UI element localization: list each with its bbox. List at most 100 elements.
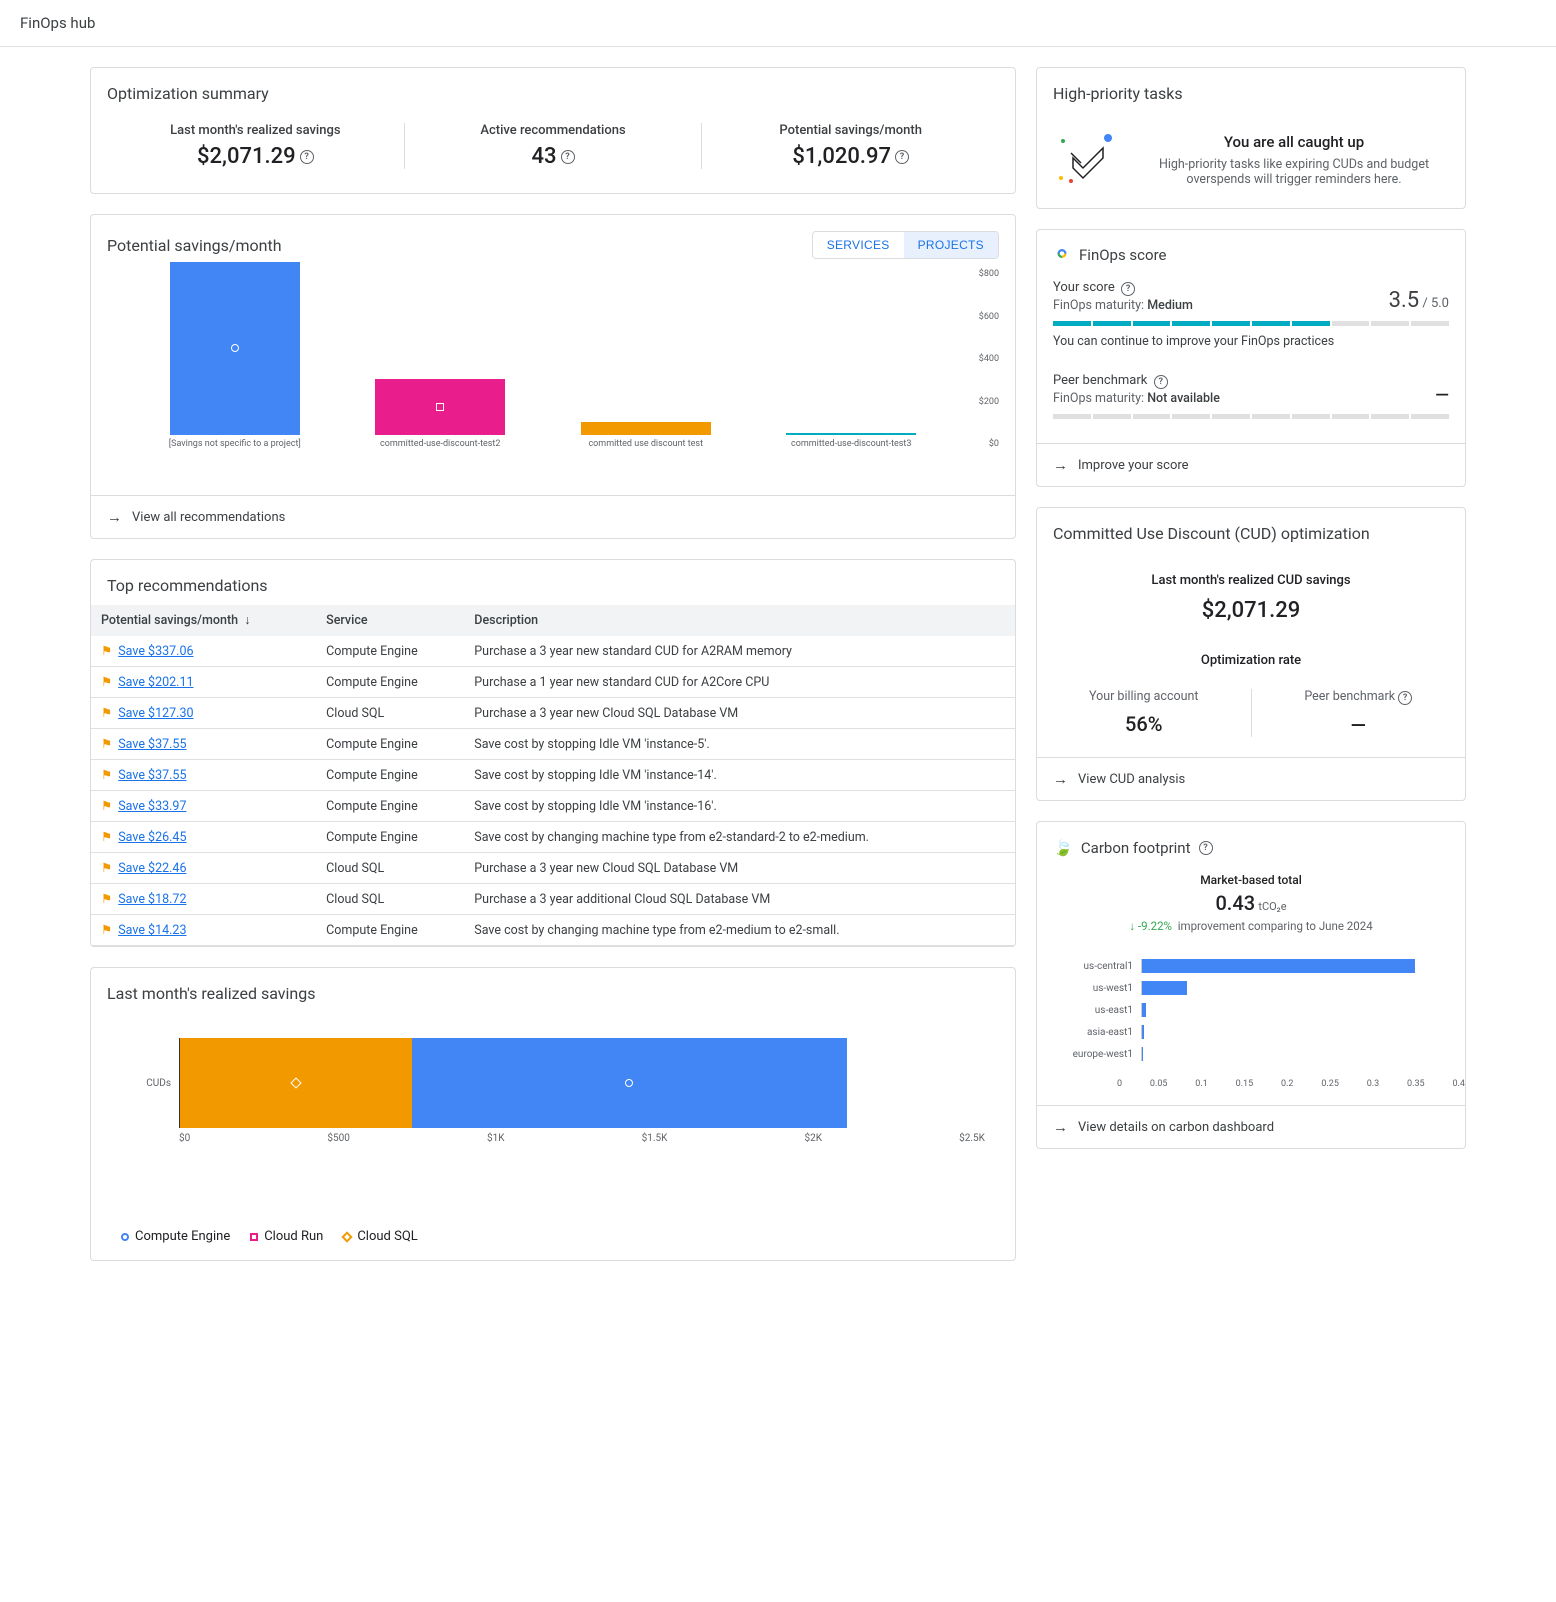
- summary-label: Last month's realized savings: [117, 123, 394, 138]
- carbon-title: Carbon footprint: [1081, 839, 1191, 857]
- finops-score-value: 3.5: [1389, 288, 1420, 313]
- arrow-icon: [1053, 770, 1068, 788]
- help-icon[interactable]: [1398, 691, 1412, 705]
- service-cell: Compute Engine: [316, 667, 464, 698]
- bar-group[interactable]: committed-use-discount-test3: [764, 433, 940, 449]
- description-cell: Purchase a 3 year additional Cloud SQL D…: [464, 884, 1015, 915]
- table-row: ⚑ Save $337.06 Compute Engine Purchase a …: [91, 636, 1015, 667]
- your-score-label: Your score: [1053, 280, 1115, 295]
- help-icon[interactable]: [561, 150, 575, 164]
- savings-link[interactable]: Save $37.55: [118, 737, 186, 752]
- improve-score-label: Improve your score: [1078, 458, 1189, 473]
- help-icon[interactable]: [895, 150, 909, 164]
- bar-group[interactable]: committed use discount test: [558, 422, 734, 450]
- top-recommendations-title: Top recommendations: [91, 560, 1015, 605]
- summary-value: 43: [532, 144, 575, 169]
- carbon-bar-row[interactable]: us-central1: [1061, 955, 1441, 977]
- potential-savings-chart: $800$600$400$200$0 [Savings not specific…: [107, 269, 999, 479]
- legend-cloud-run: Cloud Run: [250, 1229, 323, 1244]
- view-toggle-group: SERVICES PROJECTS: [812, 231, 999, 259]
- col-service[interactable]: Service: [316, 605, 464, 636]
- carbon-bar-row[interactable]: us-west1: [1061, 977, 1441, 999]
- savings-link[interactable]: Save $37.55: [118, 768, 186, 783]
- col-description[interactable]: Description: [464, 605, 1015, 636]
- cuds-bar-label: CUDs: [141, 1078, 171, 1089]
- flag-icon: ⚑: [101, 923, 112, 938]
- description-cell: Save cost by stopping Idle VM 'instance-…: [464, 791, 1015, 822]
- stacked-segment[interactable]: [180, 1038, 412, 1128]
- high-priority-tasks-card: High-priority tasks You are all caught u…: [1036, 67, 1466, 209]
- service-cell: Compute Engine: [316, 760, 464, 791]
- services-toggle[interactable]: SERVICES: [813, 232, 904, 258]
- flag-icon: ⚑: [101, 644, 112, 659]
- maturity-peer: FinOps maturity: Not available: [1053, 391, 1220, 406]
- table-row: ⚑Save $127.30 Cloud SQL Purchase a 3 yea…: [91, 698, 1015, 729]
- view-cud-analysis-label: View CUD analysis: [1078, 772, 1185, 787]
- flag-icon: ⚑: [101, 675, 112, 690]
- savings-link[interactable]: Save $18.72: [118, 892, 186, 907]
- optimization-summary-card: Optimization summary Last month's realiz…: [90, 67, 1016, 194]
- caught-up-headline: You are all caught up: [1139, 133, 1449, 151]
- summary-label: Potential savings/month: [712, 123, 989, 138]
- arrow-icon: [1053, 1118, 1068, 1136]
- col-savings[interactable]: Potential savings/month ↓: [91, 605, 316, 636]
- cud-title: Committed Use Discount (CUD) optimizatio…: [1037, 508, 1465, 553]
- maturity-your: FinOps maturity: Medium: [1053, 298, 1193, 313]
- carbon-bar-row[interactable]: europe-west1: [1061, 1043, 1441, 1065]
- bar-group[interactable]: committed-use-discount-test2: [353, 379, 529, 449]
- peer-score-value: —: [1435, 385, 1449, 406]
- carbon-bar-row[interactable]: asia-east1: [1061, 1021, 1441, 1043]
- flag-icon: ⚑: [101, 799, 112, 814]
- help-icon[interactable]: [300, 150, 314, 164]
- carbon-footprint-card: 🍃 Carbon footprint Market-based total 0.…: [1036, 821, 1466, 1149]
- carbon-bar-row[interactable]: us-east1: [1061, 999, 1441, 1021]
- improve-score-link[interactable]: Improve your score: [1037, 443, 1465, 486]
- help-icon[interactable]: [1199, 841, 1213, 855]
- peer-benchmark-label: Peer benchmark: [1053, 373, 1147, 388]
- arrow-icon: [1053, 456, 1068, 474]
- carbon-total-label: Market-based total: [1053, 873, 1449, 887]
- savings-link[interactable]: Save $14.23: [118, 923, 186, 938]
- arrow-icon: [107, 508, 122, 526]
- service-cell: Compute Engine: [316, 822, 464, 853]
- potential-savings-title: Potential savings/month: [107, 236, 282, 255]
- flag-icon: ⚑: [101, 768, 112, 783]
- table-row: ⚑Save $22.46 Cloud SQL Purchase a 3 year…: [91, 853, 1015, 884]
- savings-link[interactable]: Save $26.45: [118, 830, 186, 845]
- cud-realized-label: Last month's realized CUD savings: [1037, 573, 1465, 588]
- flag-icon: ⚑: [101, 830, 112, 845]
- service-cell: Compute Engine: [316, 791, 464, 822]
- your-score-progress: [1053, 321, 1449, 326]
- your-account-value: 56%: [1047, 712, 1241, 736]
- view-all-recommendations-link[interactable]: View all recommendations: [91, 495, 1015, 538]
- table-row: ⚑ Save $33.97 Compute Engine Save cost by…: [91, 791, 1015, 822]
- score-note: You can continue to improve your FinOps …: [1053, 334, 1449, 349]
- view-cud-analysis-link[interactable]: View CUD analysis: [1037, 757, 1465, 800]
- table-row: ⚑Save $202.11 Compute Engine Purchase a …: [91, 667, 1015, 698]
- description-cell: Purchase a 3 year new Cloud SQL Database…: [464, 853, 1015, 884]
- your-account-label: Your billing account: [1047, 689, 1241, 704]
- savings-link[interactable]: Save $127.30: [118, 706, 193, 721]
- top-recommendations-card: Top recommendations Potential savings/mo…: [90, 559, 1016, 947]
- realized-savings-legend: Compute Engine Cloud Run Cloud SQL: [91, 1213, 1015, 1260]
- help-icon[interactable]: [1121, 282, 1135, 296]
- savings-link[interactable]: Save $337.06: [118, 644, 193, 659]
- summary-item: Last month's realized savings $2,071.29: [107, 123, 405, 169]
- summary-value: $2,071.29: [197, 144, 314, 169]
- cud-peer-label: Peer benchmark: [1262, 689, 1456, 705]
- realized-savings-title: Last month's realized savings: [91, 968, 1015, 1013]
- help-icon[interactable]: [1154, 375, 1168, 389]
- savings-link[interactable]: Save $33.97: [118, 799, 186, 814]
- optimization-summary-title: Optimization summary: [91, 68, 1015, 113]
- flag-icon: ⚑: [101, 737, 112, 752]
- savings-link[interactable]: Save $202.11: [118, 675, 193, 690]
- legend-compute-engine: Compute Engine: [121, 1229, 230, 1244]
- stacked-segment[interactable]: [412, 1038, 847, 1128]
- savings-link[interactable]: Save $22.46: [118, 861, 186, 876]
- projects-toggle[interactable]: PROJECTS: [904, 232, 998, 258]
- view-carbon-label: View details on carbon dashboard: [1078, 1120, 1274, 1135]
- description-cell: Purchase a 3 year new standard CUD for A…: [464, 636, 1015, 667]
- view-carbon-dashboard-link[interactable]: View details on carbon dashboard: [1037, 1105, 1465, 1148]
- service-cell: Compute Engine: [316, 636, 464, 667]
- bar-group[interactable]: [Savings not specific to a project]: [147, 262, 323, 449]
